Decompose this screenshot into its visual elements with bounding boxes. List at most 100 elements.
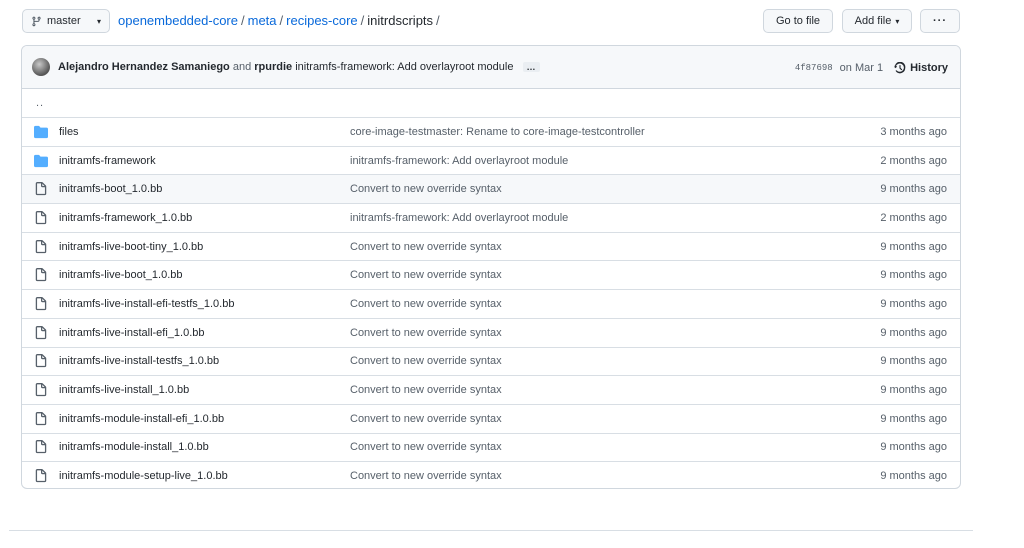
- file-row[interactable]: initramfs-live-install-testfs_1.0.bb Conv…: [22, 346, 960, 376]
- breadcrumb-current: initrdscripts: [367, 13, 434, 28]
- file-row[interactable]: files core-image-testmaster: Rename to co…: [22, 117, 960, 146]
- file-name-link[interactable]: initramfs-framework_1.0.bb: [59, 212, 192, 224]
- git-branch-icon: [32, 16, 41, 26]
- file-listing: Alejandro Hernandez Samaniego and rpurdi…: [21, 45, 961, 489]
- file-row[interactable]: initramfs-live-install-efi-testfs_1.0.bb…: [22, 289, 960, 318]
- file-icon: [34, 325, 48, 340]
- commit-author-link[interactable]: Alejandro Hernandez Samaniego: [58, 61, 230, 73]
- commit-message-link[interactable]: Convert to new override syntax: [350, 441, 502, 453]
- file-icon: [34, 469, 48, 483]
- commit-message-link[interactable]: Convert to new override syntax: [350, 269, 502, 281]
- more-options-button[interactable]: ···: [920, 9, 960, 33]
- parent-directory-row[interactable]: ..: [22, 89, 960, 117]
- file-name-link[interactable]: initramfs-live-install-testfs_1.0.bb: [59, 355, 219, 367]
- file-icon: [34, 210, 48, 225]
- file-name-link[interactable]: initramfs-module-setup-live_1.0.bb: [59, 470, 228, 482]
- file-row[interactable]: initramfs-module-setup-live_1.0.bb Conver…: [22, 461, 960, 488]
- commit-coauthor-link[interactable]: rpurdie: [254, 61, 292, 73]
- breadcrumb-separator: /: [360, 13, 365, 28]
- breadcrumb-separator: /: [436, 13, 440, 28]
- commit-message-link[interactable]: Convert to new override syntax: [350, 183, 502, 195]
- chevron-down-icon: ▾: [895, 16, 900, 26]
- file-name-link[interactable]: initramfs-live-boot-tiny_1.0.bb: [59, 241, 203, 253]
- breadcrumb-recipes-core-link[interactable]: recipes-core: [286, 13, 358, 28]
- history-link[interactable]: History: [894, 61, 948, 74]
- commit-age: 9 months ago: [880, 269, 947, 282]
- file-row[interactable]: initramfs-boot_1.0.bb Convert to new over…: [22, 174, 960, 204]
- file-name-link[interactable]: initramfs-live-install-efi_1.0.bb: [59, 327, 205, 339]
- history-label: History: [910, 61, 948, 74]
- history-icon: [894, 61, 906, 73]
- commit-message-link[interactable]: Convert to new override syntax: [350, 298, 502, 310]
- commit-summary: Alejandro Hernandez Samaniego and rpurdi…: [58, 61, 540, 73]
- file-row[interactable]: initramfs-live-install_1.0.bb Convert to …: [22, 375, 960, 404]
- commit-age: 9 months ago: [880, 412, 947, 425]
- file-name-link[interactable]: initramfs-live-install-efi-testfs_1.0.bb: [59, 298, 234, 310]
- folder-icon: [34, 125, 48, 139]
- file-icon: [34, 182, 48, 196]
- file-row[interactable]: initramfs-framework initramfs-framework: …: [22, 145, 960, 175]
- commit-message-link[interactable]: Convert to new override syntax: [350, 413, 502, 425]
- commit-message-link[interactable]: Convert to new override syntax: [350, 241, 502, 253]
- branch-select-button[interactable]: master ▾: [22, 9, 110, 33]
- file-name-link[interactable]: initramfs-module-install-efi_1.0.bb: [59, 413, 224, 425]
- file-name-link[interactable]: initramfs-live-boot_1.0.bb: [59, 269, 183, 281]
- file-icon: [34, 354, 48, 368]
- commit-age: 9 months ago: [880, 470, 947, 483]
- breadcrumb-separator: /: [279, 13, 284, 28]
- kebab-icon: ···: [933, 15, 947, 27]
- add-file-label: Add file: [854, 15, 892, 27]
- breadcrumb-repo-link[interactable]: openembedded-core: [118, 13, 238, 28]
- file-row[interactable]: initramfs-live-boot-tiny_1.0.bb Convert t…: [22, 231, 960, 261]
- file-row[interactable]: initramfs-framework_1.0.bb initramfs-fram…: [22, 203, 960, 232]
- commit-message-link[interactable]: initramfs-framework: Add overlayroot mod…: [295, 61, 513, 73]
- file-row[interactable]: initramfs-live-boot_1.0.bb Convert to new…: [22, 260, 960, 289]
- commit-age: 9 months ago: [880, 355, 947, 368]
- file-icon: [34, 440, 48, 454]
- commit-age: 2 months ago: [880, 211, 947, 224]
- breadcrumb-meta-link[interactable]: meta: [248, 13, 277, 28]
- file-name-link[interactable]: initramfs-live-install_1.0.bb: [59, 384, 189, 396]
- file-icon: [34, 296, 48, 311]
- add-file-button[interactable]: Add file ▾: [842, 9, 912, 33]
- latest-commit-bar: Alejandro Hernandez Samaniego and rpurdi…: [22, 46, 960, 89]
- commit-message-link[interactable]: Convert to new override syntax: [350, 470, 502, 482]
- breadcrumb: openembedded-core / meta / recipes-core / init…: [118, 13, 443, 28]
- expand-commit-button[interactable]: …: [522, 62, 540, 73]
- file-name-link[interactable]: initramfs-framework: [59, 155, 156, 167]
- file-row[interactable]: initramfs-module-install-efi_1.0.bb Conve…: [22, 403, 960, 433]
- commit-age: 2 months ago: [880, 154, 947, 167]
- commit-message-link[interactable]: initramfs-framework: Add overlayroot mod…: [350, 212, 568, 224]
- breadcrumb-separator: /: [240, 13, 245, 28]
- commit-age: 9 months ago: [880, 384, 947, 397]
- footer-divider: [9, 530, 973, 531]
- commit-date: on Mar 1: [839, 61, 884, 74]
- file-name-link[interactable]: files: [59, 126, 79, 138]
- commit-message-link[interactable]: Convert to new override syntax: [350, 327, 502, 339]
- file-row[interactable]: initramfs-live-install-efi_1.0.bb Convert…: [22, 317, 960, 347]
- file-icon: [34, 411, 48, 426]
- commit-age: 9 months ago: [880, 297, 947, 310]
- file-icon: [34, 268, 48, 282]
- parent-directory-link[interactable]: ..: [36, 97, 44, 109]
- commit-message-link[interactable]: core-image-testmaster: Rename to core-im…: [350, 126, 645, 138]
- go-to-file-button[interactable]: Go to file: [763, 9, 833, 33]
- repo-header: master ▾ openembedded-core / meta / recipes-…: [22, 9, 961, 33]
- commit-age: 9 months ago: [880, 441, 947, 454]
- file-row[interactable]: initramfs-module-install_1.0.bb Convert t…: [22, 432, 960, 462]
- file-name-link[interactable]: initramfs-boot_1.0.bb: [59, 183, 162, 195]
- branch-label: master: [47, 15, 81, 27]
- file-icon: [34, 239, 48, 254]
- file-name-link[interactable]: initramfs-module-install_1.0.bb: [59, 441, 209, 453]
- folder-icon: [34, 154, 48, 168]
- commit-age: 3 months ago: [880, 125, 947, 138]
- commit-age: 9 months ago: [880, 240, 947, 253]
- go-to-file-label: Go to file: [775, 15, 821, 27]
- commit-message-link[interactable]: Convert to new override syntax: [350, 384, 502, 396]
- commit-message-link[interactable]: Convert to new override syntax: [350, 355, 502, 367]
- commit-age: 9 months ago: [880, 183, 947, 196]
- commit-message-link[interactable]: initramfs-framework: Add overlayroot mod…: [350, 155, 568, 167]
- avatar[interactable]: [32, 58, 50, 76]
- file-rows: files core-image-testmaster: Rename to co…: [22, 117, 960, 488]
- commit-sha-link[interactable]: 4f87698: [795, 63, 833, 73]
